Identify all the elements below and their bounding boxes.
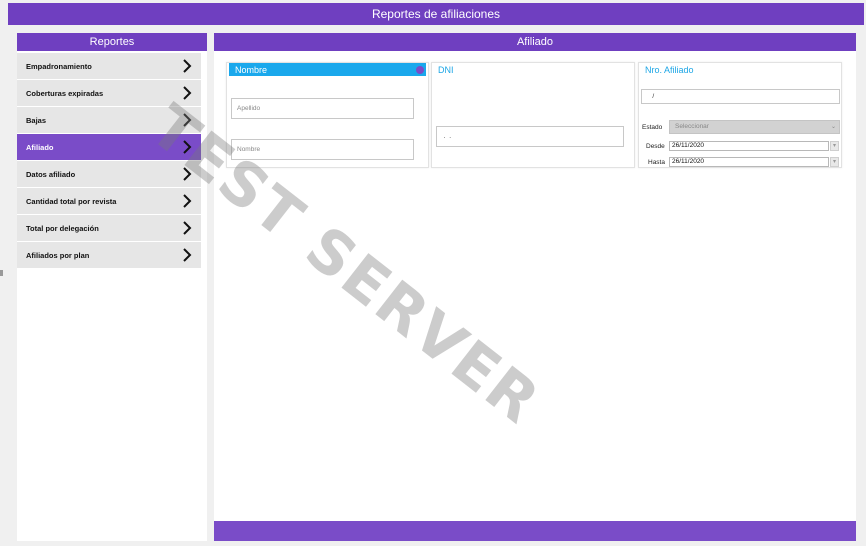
chevron-right-icon	[181, 59, 193, 73]
panel-header: Afiliado	[214, 33, 856, 51]
dni-option-label: DNI	[438, 65, 454, 75]
hasta-calendar-button[interactable]: ▾	[830, 157, 839, 167]
menu-item-bajas[interactable]: Bajas	[17, 107, 201, 134]
dni-option[interactable]: DNI	[432, 63, 634, 76]
nombre-card[interactable]: Nombre	[226, 62, 429, 168]
estado-select-value: Seleccionar	[675, 123, 709, 130]
panel-title: Afiliado	[516, 36, 554, 48]
chevron-right-icon	[181, 194, 193, 208]
nombre-option[interactable]: Nombre	[229, 63, 426, 76]
menu-item-label: Afiliado	[26, 142, 54, 152]
menu-item-label: Datos afiliado	[26, 169, 76, 179]
window-edge-handle	[0, 270, 3, 276]
hasta-label: Hasta	[648, 159, 665, 166]
desde-date-value: 26/11/2020	[672, 142, 705, 149]
menu-item-label: Cantidad total por revista	[26, 196, 117, 206]
menu-item-label: Afiliados por plan	[26, 250, 90, 260]
afiliado-panel: Afiliado Nombre DNI Nro. Afiliado Estado…	[214, 33, 856, 541]
app-title-bar: Reportes de afiliaciones	[8, 3, 864, 25]
chevron-right-icon	[181, 248, 193, 262]
menu-item-label: Coberturas expiradas	[26, 88, 104, 98]
menu-item-datos-afiliado[interactable]: Datos afiliado	[17, 161, 201, 188]
dni-input[interactable]	[436, 126, 624, 147]
menu-item-afiliado[interactable]: Afiliado	[17, 134, 201, 161]
menu-item-total-por-delegacion[interactable]: Total por delegación	[17, 215, 201, 242]
menu-item-label: Bajas	[26, 115, 47, 125]
estado-select[interactable]: Seleccionar ⌄	[669, 120, 840, 134]
nombre-input[interactable]	[231, 139, 414, 160]
chevron-down-icon: ⌄	[830, 124, 836, 130]
nro-afiliado-option-label: Nro. Afiliado	[645, 65, 694, 75]
panel-footer-bar	[214, 521, 856, 541]
radio-selected-icon[interactable]	[416, 66, 424, 74]
nro-afiliado-option[interactable]: Nro. Afiliado	[639, 63, 841, 76]
nro-afiliado-input[interactable]	[641, 89, 840, 104]
chevron-right-icon	[181, 86, 193, 100]
nombre-option-label: Nombre	[235, 65, 268, 75]
hasta-date-input[interactable]: 26/11/2020	[669, 157, 829, 167]
desde-label: Desde	[646, 143, 665, 150]
hasta-date-value: 26/11/2020	[672, 158, 705, 165]
menu-item-coberturas-expiradas[interactable]: Coberturas expiradas	[17, 80, 201, 107]
desde-date-input[interactable]: 26/11/2020	[669, 141, 829, 151]
chevron-right-icon	[181, 113, 193, 127]
chevron-right-icon	[181, 221, 193, 235]
menu-item-afiliados-por-plan[interactable]: Afiliados por plan	[17, 242, 201, 269]
app-title: Reportes de afiliaciones	[371, 7, 501, 21]
chevron-right-icon	[181, 140, 193, 154]
chevron-right-icon	[181, 167, 193, 181]
menu-item-label: Empadronamiento	[26, 61, 92, 71]
sidebar-title: Reportes	[89, 36, 135, 48]
reports-menu: Empadronamiento Coberturas expiradas Baj…	[17, 53, 201, 269]
sidebar-header: Reportes	[17, 33, 207, 51]
dni-card[interactable]: DNI	[431, 62, 635, 168]
nro-afiliado-card[interactable]: Nro. Afiliado Estado Seleccionar ⌄ Desde…	[638, 62, 842, 168]
estado-label: Estado	[642, 124, 663, 131]
menu-item-label: Total por delegación	[26, 223, 99, 233]
menu-item-cantidad-total-por-revista[interactable]: Cantidad total por revista	[17, 188, 201, 215]
desde-calendar-button[interactable]: ▾	[830, 141, 839, 151]
apellido-input[interactable]	[231, 98, 414, 119]
menu-item-empadronamiento[interactable]: Empadronamiento	[17, 53, 201, 80]
reports-sidebar: Reportes Empadronamiento Coberturas expi…	[17, 33, 207, 541]
